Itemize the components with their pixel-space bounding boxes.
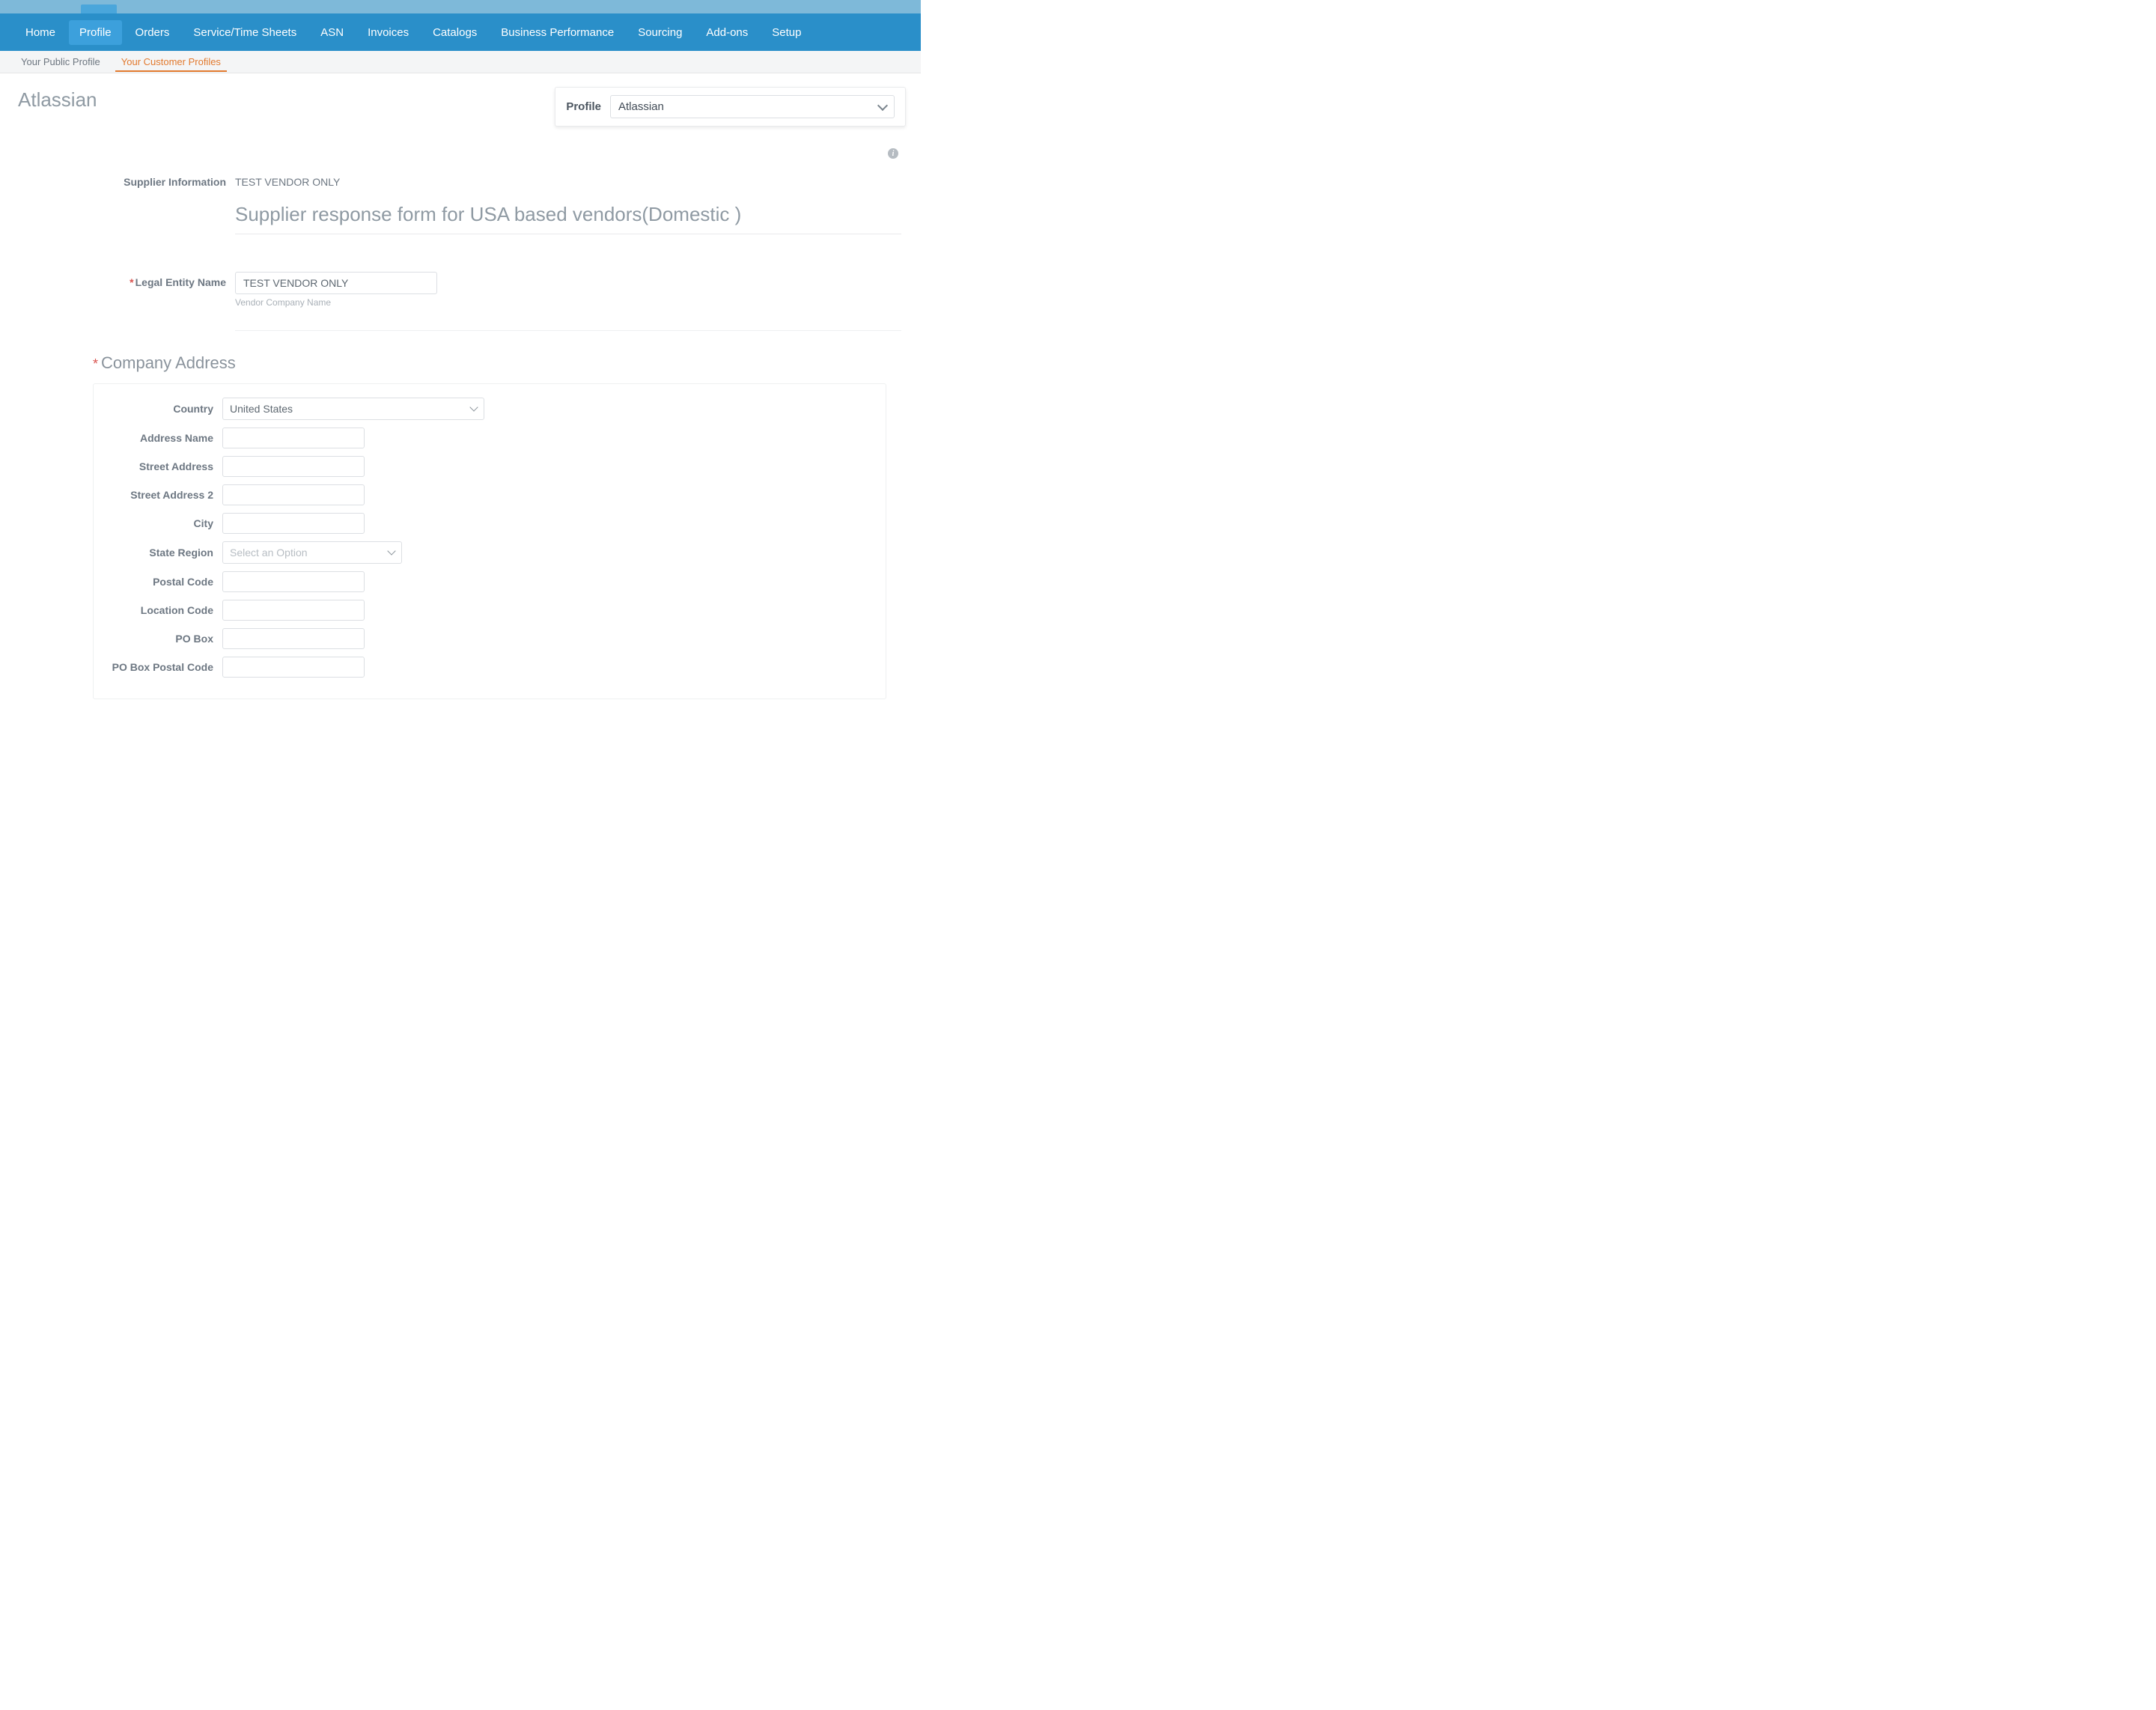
input-city[interactable] bbox=[222, 513, 365, 534]
top-strip bbox=[0, 0, 921, 13]
sub-nav: Your Public Profile Your Customer Profil… bbox=[0, 51, 921, 73]
profile-selector-label: Profile bbox=[566, 100, 601, 113]
hint-legal-entity-name: Vendor Company Name bbox=[235, 297, 437, 308]
required-marker: * bbox=[93, 356, 98, 372]
profile-selector-dropdown[interactable]: Atlassian bbox=[610, 95, 895, 118]
nav-profile[interactable]: Profile bbox=[69, 20, 122, 45]
profile-selector-value: Atlassian bbox=[618, 100, 664, 113]
select-state-region[interactable]: Select an Option bbox=[222, 541, 402, 564]
form-heading: Supplier response form for USA based ven… bbox=[235, 203, 901, 234]
chevron-down-icon bbox=[877, 100, 888, 110]
input-postal-code[interactable] bbox=[222, 571, 365, 592]
nav-add-ons[interactable]: Add-ons bbox=[695, 20, 758, 45]
chevron-down-icon bbox=[387, 547, 395, 555]
placeholder-state-region: Select an Option bbox=[230, 547, 308, 559]
select-country[interactable]: United States bbox=[222, 398, 484, 420]
label-supplier-information: Supplier Information bbox=[93, 171, 235, 188]
nav-business-performance[interactable]: Business Performance bbox=[490, 20, 624, 45]
nav-sourcing[interactable]: Sourcing bbox=[627, 20, 692, 45]
label-location-code: Location Code bbox=[103, 604, 222, 616]
label-state-region: State Region bbox=[103, 547, 222, 559]
main-nav: Home Profile Orders Service/Time Sheets … bbox=[0, 13, 921, 51]
label-address-name: Address Name bbox=[103, 432, 222, 444]
nav-catalogs[interactable]: Catalogs bbox=[422, 20, 487, 45]
subnav-customer-profiles[interactable]: Your Customer Profiles bbox=[115, 52, 227, 72]
chevron-down-icon bbox=[469, 403, 478, 411]
input-street-address[interactable] bbox=[222, 456, 365, 477]
nav-setup[interactable]: Setup bbox=[761, 20, 811, 45]
label-city: City bbox=[103, 517, 222, 529]
nav-asn[interactable]: ASN bbox=[310, 20, 354, 45]
label-po-box: PO Box bbox=[103, 633, 222, 645]
input-street-address-2[interactable] bbox=[222, 484, 365, 505]
input-po-box[interactable] bbox=[222, 628, 365, 649]
info-icon[interactable]: i bbox=[888, 148, 898, 159]
label-country: Country bbox=[103, 403, 222, 415]
nav-service-time-sheets[interactable]: Service/Time Sheets bbox=[183, 20, 307, 45]
section-title-company-address: Company Address bbox=[101, 353, 236, 373]
label-street-address-2: Street Address 2 bbox=[103, 489, 222, 501]
input-address-name[interactable] bbox=[222, 428, 365, 448]
browser-tab-hint bbox=[81, 4, 117, 13]
label-legal-entity-name: *Legal Entity Name bbox=[93, 272, 235, 288]
input-legal-entity-name[interactable] bbox=[235, 272, 437, 294]
input-po-box-postal-code[interactable] bbox=[222, 657, 365, 678]
label-po-box-postal-code: PO Box Postal Code bbox=[103, 661, 222, 673]
label-postal-code: Postal Code bbox=[103, 576, 222, 588]
company-address-box: Country United States Address Name Stree… bbox=[93, 383, 886, 699]
nav-invoices[interactable]: Invoices bbox=[357, 20, 419, 45]
value-country: United States bbox=[230, 403, 293, 415]
profile-selector-card: Profile Atlassian bbox=[555, 87, 906, 127]
divider bbox=[235, 330, 901, 331]
value-supplier-information: TEST VENDOR ONLY bbox=[235, 171, 340, 188]
nav-home[interactable]: Home bbox=[15, 20, 66, 45]
input-location-code[interactable] bbox=[222, 600, 365, 621]
label-street-address: Street Address bbox=[103, 460, 222, 472]
nav-orders[interactable]: Orders bbox=[125, 20, 180, 45]
